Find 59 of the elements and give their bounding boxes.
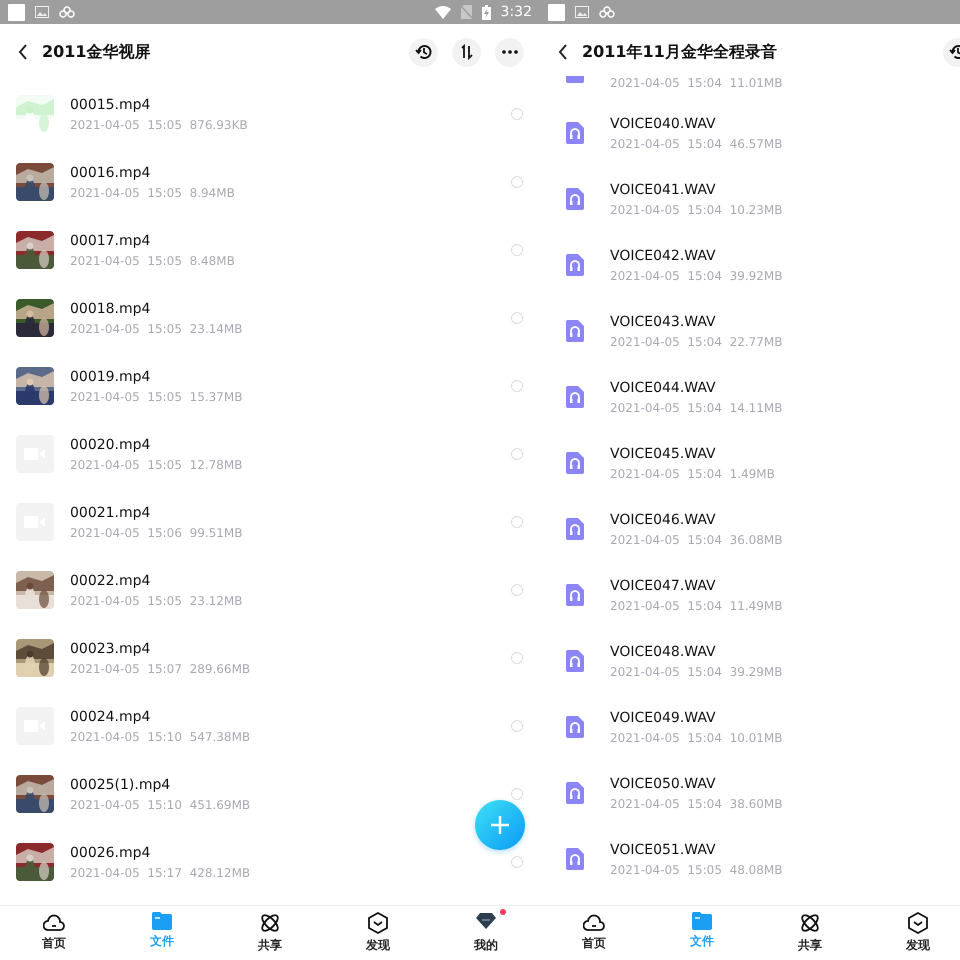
file-meta: 2021-04-05 15:05 876.93KB <box>70 118 248 132</box>
file-name[interactable]: 00023.mp4 <box>70 640 150 656</box>
folder-title: 2011金华视屏 <box>42 42 151 62</box>
file-name[interactable]: 00026.mp4 <box>70 844 150 860</box>
file-meta: 2021-04-05 15:04 11.49MB <box>610 598 783 612</box>
nav-tab[interactable]: 共享 <box>216 906 324 960</box>
file-name[interactable]: VOICE050.WAV <box>610 776 716 792</box>
file-meta: 2021-04-05 15:06 99.51MB <box>70 526 243 540</box>
nav-tab[interactable]: 首页 <box>540 906 648 960</box>
file-meta: 2021-04-05 15:04 11.01MB <box>610 76 783 90</box>
file-name[interactable]: 00021.mp4 <box>70 504 150 520</box>
file-name[interactable]: VOICE040.WAV <box>610 116 716 132</box>
file-name[interactable]: VOICE043.WAV <box>610 314 716 330</box>
nav-tab[interactable]: 共享 <box>756 906 864 960</box>
nav-tab[interactable]: 发现 <box>864 906 960 960</box>
file-name[interactable]: VOICE049.WAV <box>610 710 716 726</box>
file-meta: 2021-04-05 15:04 10.23MB <box>610 202 783 216</box>
file-name[interactable]: VOICE045.WAV <box>610 446 716 462</box>
file-name[interactable]: VOICE044.WAV <box>610 380 716 396</box>
file-meta: 2021-04-05 15:17 428.12MB <box>70 866 250 880</box>
file-name[interactable]: VOICE041.WAV <box>610 182 716 198</box>
file-meta: 2021-04-05 15:05 48.08MB <box>610 862 783 876</box>
file-meta: 2021-04-05 15:07 289.66MB <box>70 662 250 676</box>
file-meta: 2021-04-05 15:04 46.57MB <box>610 136 783 150</box>
file-name[interactable]: VOICE046.WAV <box>610 512 716 528</box>
file-name[interactable]: 00016.mp4 <box>70 164 150 180</box>
file-name[interactable]: 00022.mp4 <box>70 572 150 588</box>
nav-tab[interactable]: 我的 <box>432 906 540 960</box>
folder-title: 2011年11月金华全程录音 <box>582 42 777 62</box>
file-meta: 2021-04-05 15:04 36.08MB <box>610 532 783 546</box>
file-meta: 2021-04-05 15:05 23.12MB <box>70 594 243 608</box>
file-name[interactable]: VOICE051.WAV <box>610 842 716 858</box>
file-meta: 2021-04-05 15:04 39.29MB <box>610 664 783 678</box>
file-meta: 2021-04-05 15:04 14.11MB <box>610 400 783 414</box>
file-meta: 2021-04-05 15:04 1.49MB <box>610 466 775 480</box>
file-meta: 2021-04-05 15:05 23.14MB <box>70 322 243 336</box>
nav-tab[interactable]: 首页 <box>0 906 108 960</box>
file-name[interactable]: 00018.mp4 <box>70 300 150 316</box>
file-name[interactable]: 00024.mp4 <box>70 708 150 724</box>
clock-time: 3:32 <box>500 4 532 20</box>
file-meta: 2021-04-05 15:04 38.60MB <box>610 796 783 810</box>
file-meta: 2021-04-05 15:05 12.78MB <box>70 458 243 472</box>
file-name[interactable]: 00015.mp4 <box>70 96 150 112</box>
file-name[interactable]: 00025(1).mp4 <box>70 776 170 792</box>
file-name[interactable]: 00017.mp4 <box>70 232 150 248</box>
file-meta: 2021-04-05 15:05 8.48MB <box>70 254 235 268</box>
file-name[interactable]: VOICE048.WAV <box>610 644 716 660</box>
file-meta: 2021-04-05 15:05 15.37MB <box>70 390 243 404</box>
file-meta: 2021-04-05 15:04 22.77MB <box>610 334 783 348</box>
file-name[interactable]: 00020.mp4 <box>70 436 150 452</box>
file-name[interactable]: 00019.mp4 <box>70 368 150 384</box>
file-name[interactable]: VOICE042.WAV <box>610 248 716 264</box>
nav-tab[interactable]: 发现 <box>324 906 432 960</box>
file-meta: 2021-04-05 15:10 547.38MB <box>70 730 250 744</box>
file-meta: 2021-04-05 15:10 451.69MB <box>70 798 250 812</box>
file-meta: 2021-04-05 15:04 10.01MB <box>610 730 783 744</box>
file-meta: 2021-04-05 15:05 8.94MB <box>70 186 235 200</box>
file-name[interactable]: VOICE047.WAV <box>610 578 716 594</box>
file-meta: 2021-04-05 15:04 39.92MB <box>610 268 783 282</box>
